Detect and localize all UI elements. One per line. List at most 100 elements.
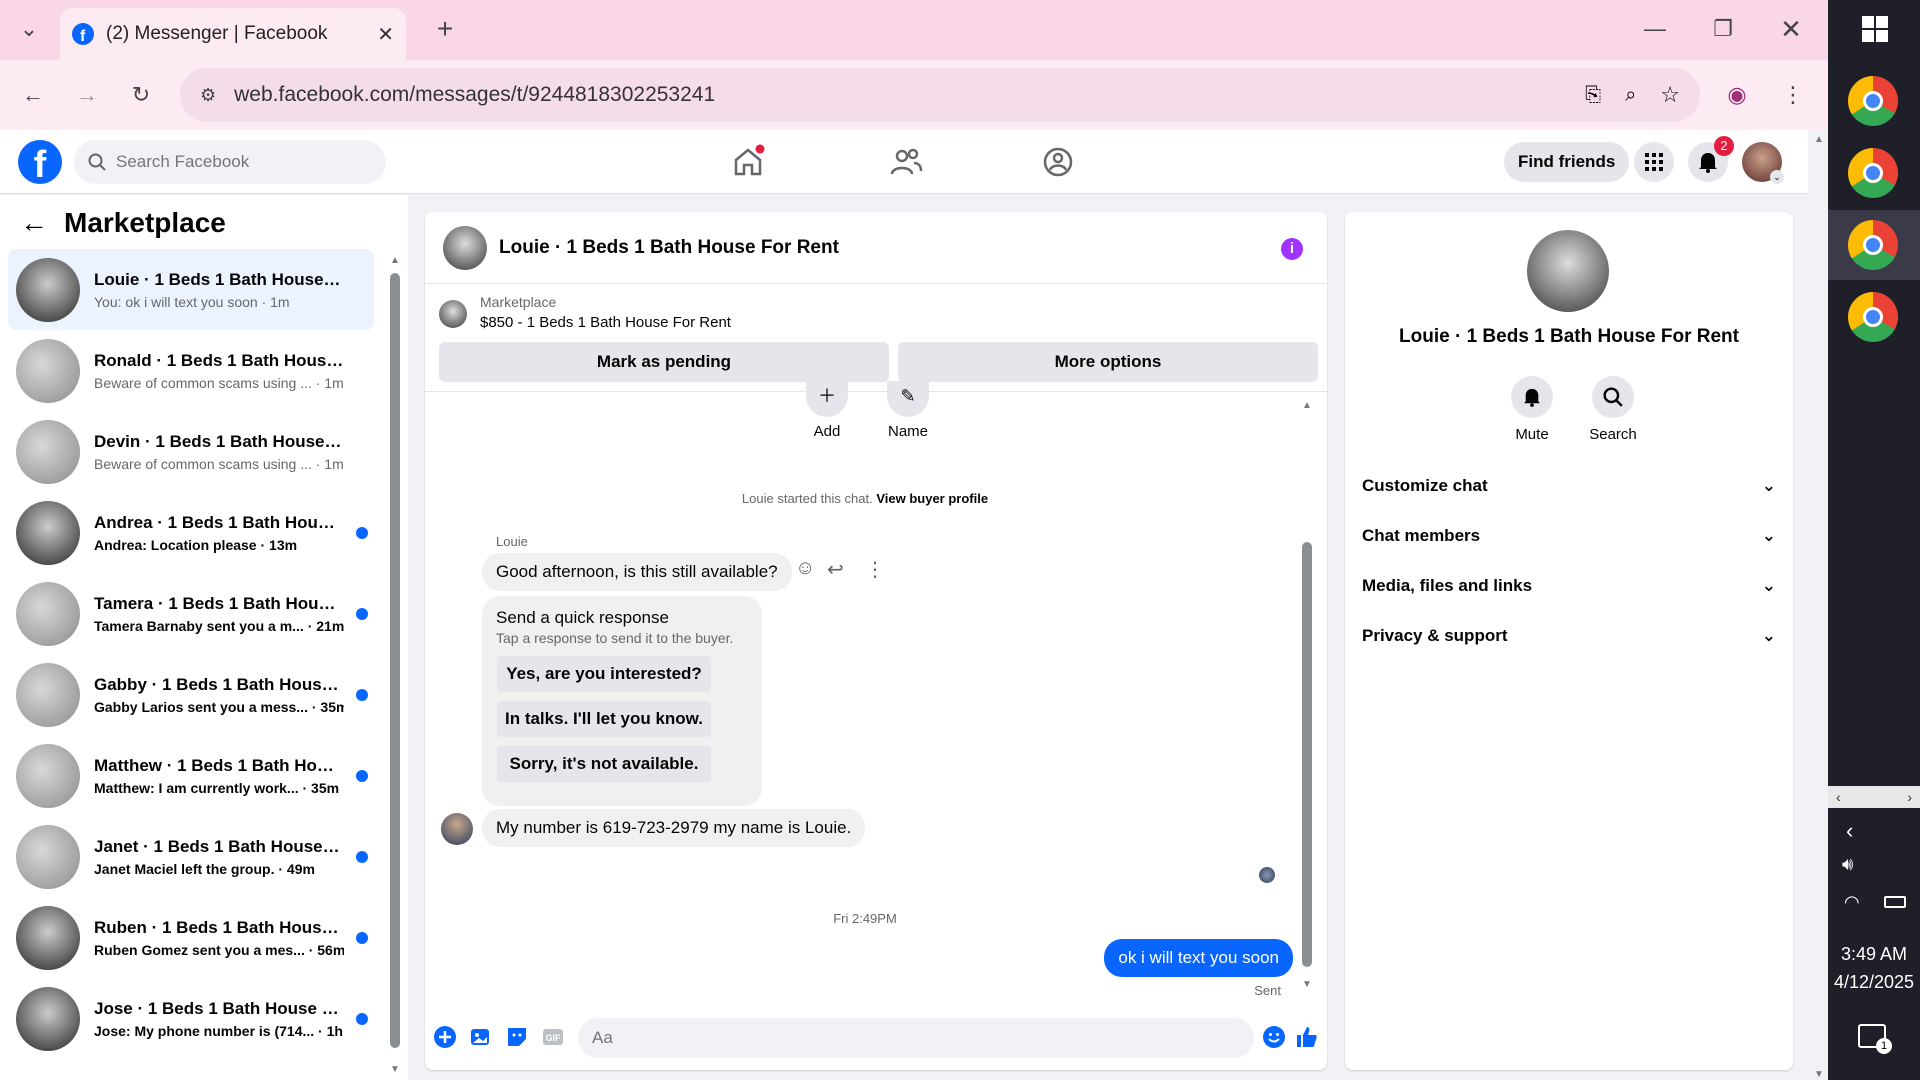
- conversation-item[interactable]: Andrea · 1 Beds 1 Bath House ... Andrea: …: [8, 492, 374, 573]
- page-scroll-up-icon[interactable]: ▲: [1812, 134, 1826, 145]
- sender-avatar[interactable]: [441, 813, 473, 845]
- notifications-button[interactable]: 2: [1688, 136, 1734, 182]
- more-options-button[interactable]: More options: [898, 342, 1318, 382]
- mute-action[interactable]: Mute: [1497, 376, 1567, 443]
- conversation-item[interactable]: Gabby · 1 Beds 1 Bath House F... Gabby La…: [8, 654, 374, 735]
- chat-title[interactable]: Louie · 1 Beds 1 Bath House For Rent: [499, 237, 839, 259]
- conversation-item[interactable]: Ronald · 1 Beds 1 Bath House Fo... Beware…: [8, 330, 374, 411]
- forward-icon[interactable]: →: [72, 80, 102, 110]
- close-window-icon[interactable]: ✕: [1776, 14, 1806, 44]
- message-input[interactable]: [578, 1018, 1254, 1058]
- page-scrollbar[interactable]: ▲ ▼: [1812, 134, 1826, 1080]
- wifi-icon[interactable]: ◠: [1844, 892, 1860, 913]
- conversation-item[interactable]: Janet · 1 Beds 1 Bath House F... Janet Ma…: [8, 816, 374, 897]
- mark-pending-button[interactable]: Mark as pending: [439, 342, 889, 382]
- chrome-app-icon[interactable]: [1848, 220, 1898, 270]
- scroll-left-icon[interactable]: ‹: [1836, 786, 1841, 808]
- listing-thumbnail[interactable]: [439, 300, 467, 328]
- battery-icon[interactable]: [1884, 896, 1906, 908]
- taskbar-scroll[interactable]: ‹ ›: [1828, 786, 1920, 808]
- conversation-item[interactable]: Jose · 1 Beds 1 Bath House For... Jose: M…: [8, 978, 374, 1059]
- zoom-icon[interactable]: ⌕: [1625, 84, 1636, 107]
- volume-icon[interactable]: 🔊︎: [1842, 854, 1853, 875]
- chat-avatar[interactable]: [443, 225, 487, 270]
- windows-start-icon[interactable]: [1862, 16, 1888, 42]
- plus-circle-icon[interactable]: [433, 1025, 457, 1049]
- back-arrow-icon[interactable]: ←: [20, 207, 48, 239]
- incoming-message-1[interactable]: Good afternoon, is this still available?: [482, 553, 792, 591]
- bookmark-star-icon[interactable]: ☆: [1660, 82, 1680, 108]
- photo-icon[interactable]: [469, 1025, 493, 1049]
- customize-chat-section[interactable]: Customize chat ⌄: [1362, 466, 1776, 506]
- url-text[interactable]: web.facebook.com/messages/t/924481830225…: [234, 83, 1585, 107]
- quick-response-2[interactable]: In talks. I'll let you know.: [497, 701, 711, 737]
- add-member-action[interactable]: ＋ Add: [797, 381, 857, 440]
- reply-icon[interactable]: ↩: [827, 557, 844, 582]
- message-scroll-up-icon[interactable]: ▲: [1300, 400, 1314, 411]
- taskbar-clock[interactable]: 3:49 AM 4/12/2025: [1828, 940, 1920, 996]
- privacy-support-section[interactable]: Privacy & support ⌄: [1362, 616, 1776, 656]
- home-icon[interactable]: [730, 144, 766, 180]
- site-info-icon[interactable]: ⚙: [200, 85, 216, 106]
- sticker-icon[interactable]: [505, 1025, 529, 1049]
- back-icon[interactable]: ←: [18, 80, 48, 110]
- new-tab-icon[interactable]: +: [430, 14, 460, 44]
- facebook-logo-icon[interactable]: f: [18, 140, 62, 184]
- media-files-section[interactable]: Media, files and links ⌄: [1362, 566, 1776, 606]
- listing-title[interactable]: $850 - 1 Beds 1 Bath House For Rent: [480, 314, 731, 331]
- scroll-down-arrow-icon[interactable]: ▼: [388, 1064, 402, 1075]
- outgoing-message[interactable]: ok i will text you soon: [1104, 939, 1293, 977]
- more-actions-icon[interactable]: ⋮: [865, 557, 885, 582]
- view-buyer-profile-link[interactable]: View buyer profile: [876, 491, 988, 506]
- conversation-item[interactable]: Tamera · 1 Beds 1 Bath House ... Tamera B…: [8, 573, 374, 654]
- incoming-message-2[interactable]: My number is 619-723-2979 my name is Lou…: [482, 809, 866, 847]
- name-action[interactable]: ✎ Name: [878, 381, 938, 440]
- conversation-item[interactable]: Matthew · 1 Beds 1 Bath Hous... Matthew: …: [8, 735, 374, 816]
- conversation-item[interactable]: Devin · 1 Beds 1 Bath House For... Beware…: [8, 411, 374, 492]
- browser-tab[interactable]: f (2) Messenger | Facebook ✕: [60, 8, 406, 60]
- message-scroll-thumb[interactable]: [1302, 542, 1312, 967]
- scroll-thumb[interactable]: [390, 273, 400, 1048]
- menu-grid-button[interactable]: [1634, 142, 1674, 182]
- scroll-up-arrow-icon[interactable]: ▲: [388, 255, 402, 266]
- info-icon[interactable]: i: [1281, 238, 1303, 260]
- groups-icon[interactable]: [1040, 144, 1076, 180]
- show-hidden-icons-icon[interactable]: ‹: [1846, 818, 1853, 844]
- chrome-app-icon[interactable]: [1848, 292, 1898, 342]
- search-input[interactable]: [116, 152, 356, 172]
- minimize-icon[interactable]: —: [1640, 14, 1670, 44]
- conversation-item[interactable]: Louie · 1 Beds 1 Bath House For ... You: …: [8, 249, 374, 330]
- tab-close-icon[interactable]: ✕: [377, 22, 394, 47]
- install-app-icon[interactable]: ⎘: [1585, 84, 1601, 107]
- quick-response-3[interactable]: Sorry, it's not available.: [497, 746, 711, 782]
- page-scroll-down-icon[interactable]: ▼: [1812, 1069, 1826, 1080]
- account-avatar[interactable]: ⌄: [1742, 142, 1784, 184]
- chrome-app-icon[interactable]: [1848, 148, 1898, 198]
- like-thumb-icon[interactable]: [1295, 1025, 1319, 1049]
- message-scroll-down-icon[interactable]: ▼: [1300, 979, 1314, 990]
- search-action[interactable]: Search: [1578, 376, 1648, 443]
- message-scrollbar[interactable]: ▲ ▼: [1300, 400, 1314, 990]
- chat-members-section[interactable]: Chat members ⌄: [1362, 516, 1776, 556]
- quick-response-1[interactable]: Yes, are you interested?: [497, 656, 711, 692]
- conversation-scrollbar[interactable]: ▲ ▼: [388, 255, 402, 1075]
- profile-icon[interactable]: ◉: [1722, 80, 1752, 110]
- conversation-item[interactable]: Ruben · 1 Beds 1 Bath House F... Ruben Go…: [8, 897, 374, 978]
- scroll-right-icon[interactable]: ›: [1907, 786, 1912, 808]
- tab-search-chevron-icon[interactable]: ⌄: [14, 14, 44, 44]
- chat-details-title: Louie · 1 Beds 1 Bath House For Rent: [1399, 326, 1739, 347]
- restore-icon[interactable]: ❐: [1708, 14, 1738, 44]
- friends-icon[interactable]: [888, 144, 924, 180]
- chrome-menu-icon[interactable]: ⋮: [1778, 80, 1808, 110]
- address-bar[interactable]: ⚙ web.facebook.com/messages/t/9244818302…: [180, 68, 1700, 122]
- emoji-icon[interactable]: [1262, 1025, 1286, 1049]
- gif-icon[interactable]: GIF: [541, 1025, 565, 1049]
- notification-center-icon[interactable]: 1: [1858, 1024, 1892, 1054]
- find-friends-button[interactable]: Find friends: [1504, 142, 1630, 182]
- reload-icon[interactable]: ↻: [126, 80, 156, 110]
- react-emoji-icon[interactable]: ☺: [795, 557, 815, 580]
- facebook-search[interactable]: [74, 140, 386, 184]
- chrome-app-icon[interactable]: [1848, 76, 1898, 126]
- clock-date: 4/12/2025: [1833, 972, 1915, 992]
- chat-details-avatar[interactable]: [1527, 230, 1609, 312]
